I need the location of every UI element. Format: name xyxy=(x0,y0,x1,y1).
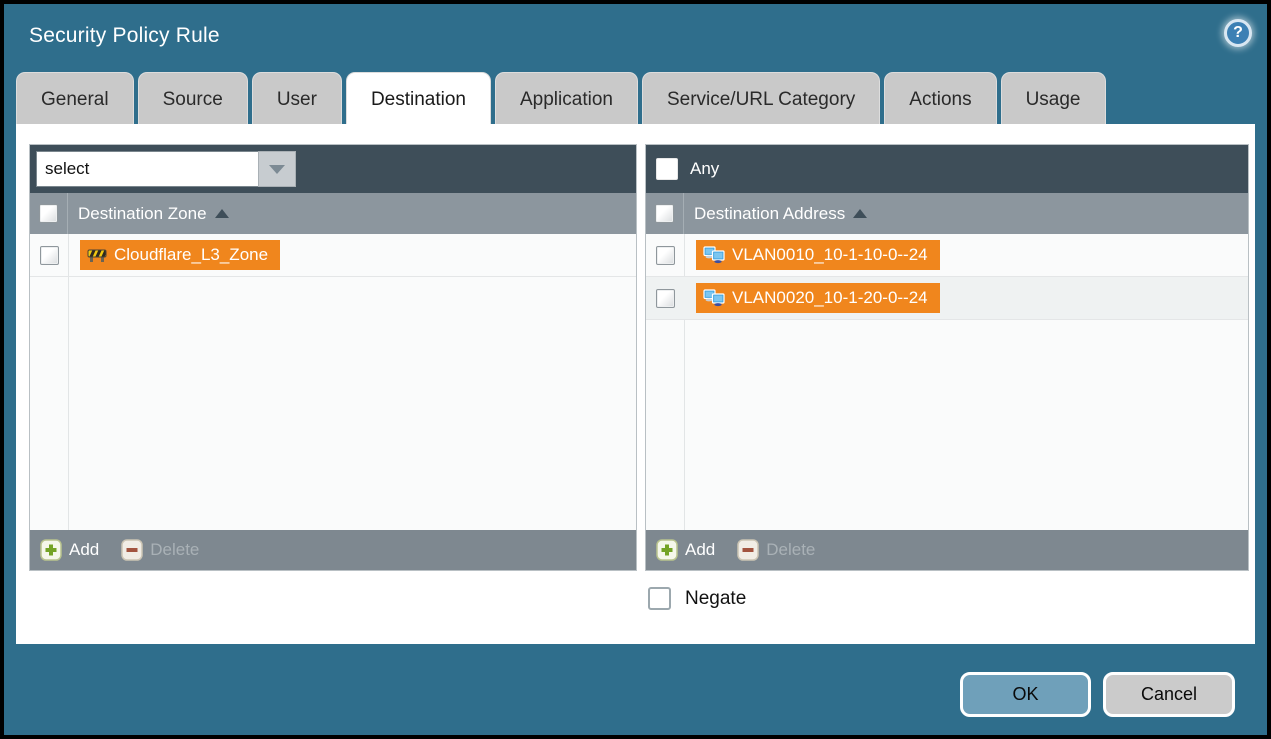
zone-add-button[interactable]: Add xyxy=(40,539,99,561)
delete-icon xyxy=(121,539,143,561)
checkbox-column-divider xyxy=(68,234,69,530)
ok-button[interactable]: OK xyxy=(960,672,1091,717)
address-panel-header: Any xyxy=(646,145,1248,193)
tab-usage[interactable]: Usage xyxy=(1001,72,1106,124)
zone-list: Cloudflare_L3_Zone xyxy=(30,234,636,530)
address-item[interactable]: VLAN0020_10-1-20-0--24 xyxy=(696,283,940,313)
dialog-title: Security Policy Rule xyxy=(29,24,220,48)
tab-application[interactable]: Application xyxy=(495,72,638,124)
sort-ascending-icon xyxy=(215,209,229,218)
zone-column-header: Destination Zone xyxy=(30,193,636,234)
zone-panel-header xyxy=(30,145,636,193)
address-panel-footer: Add Delete xyxy=(646,530,1248,570)
delete-icon xyxy=(737,539,759,561)
zone-select-combo xyxy=(36,151,296,187)
destination-tab-content: Destination Zone Cloudflare_L3_Zone xyxy=(16,124,1255,644)
add-icon xyxy=(40,539,62,561)
address-row: VLAN0010_10-1-10-0--24 xyxy=(646,234,1248,277)
address-item-label: VLAN0020_10-1-20-0--24 xyxy=(732,288,928,308)
destination-address-panel: Any Destination Address xyxy=(645,144,1249,571)
address-add-button[interactable]: Add xyxy=(656,539,715,561)
zone-select-all-checkbox[interactable] xyxy=(39,204,58,223)
negate-wrap: Negate xyxy=(648,587,746,610)
tab-bar: General Source User Destination Applicat… xyxy=(16,72,1255,124)
zone-select-dropdown-button[interactable] xyxy=(258,151,296,187)
help-glyph: ? xyxy=(1233,24,1243,42)
tab-service-url-category[interactable]: Service/URL Category xyxy=(642,72,880,124)
zone-panel-footer: Add Delete xyxy=(30,530,636,570)
zone-column-label: Destination Zone xyxy=(78,204,207,224)
negate-label: Negate xyxy=(685,588,746,610)
zone-item[interactable]: Cloudflare_L3_Zone xyxy=(80,240,280,270)
zone-column-label-wrap[interactable]: Destination Zone xyxy=(78,204,229,224)
address-list: VLAN0010_10-1-10-0--24 VLAN0020_10-1-20-… xyxy=(646,234,1248,530)
negate-checkbox[interactable] xyxy=(648,587,671,610)
zone-select-input[interactable] xyxy=(36,151,258,187)
address-row-checkbox[interactable] xyxy=(656,289,675,308)
address-delete-button[interactable]: Delete xyxy=(737,539,815,561)
address-icon xyxy=(703,246,725,264)
any-checkbox-wrap: Any xyxy=(652,158,719,180)
tab-source[interactable]: Source xyxy=(138,72,248,124)
zone-row-checkbox[interactable] xyxy=(40,246,59,265)
any-label: Any xyxy=(690,159,719,179)
address-column-label: Destination Address xyxy=(694,204,845,224)
address-icon xyxy=(703,289,725,307)
address-row: VLAN0020_10-1-20-0--24 xyxy=(646,277,1248,320)
security-policy-rule-dialog: Security Policy Rule ? General Source Us… xyxy=(0,0,1271,739)
tab-actions[interactable]: Actions xyxy=(884,72,996,124)
tab-destination[interactable]: Destination xyxy=(346,72,491,124)
zone-icon xyxy=(87,248,107,263)
address-item[interactable]: VLAN0010_10-1-10-0--24 xyxy=(696,240,940,270)
help-icon[interactable]: ? xyxy=(1224,19,1252,47)
sort-ascending-icon xyxy=(853,209,867,218)
zone-delete-button[interactable]: Delete xyxy=(121,539,199,561)
title-bar: Security Policy Rule ? xyxy=(4,4,1267,68)
destination-zone-panel: Destination Zone Cloudflare_L3_Zone xyxy=(29,144,637,571)
address-column-header: Destination Address xyxy=(646,193,1248,234)
add-icon xyxy=(656,539,678,561)
tab-general[interactable]: General xyxy=(16,72,134,124)
chevron-down-icon xyxy=(269,165,285,174)
address-item-label: VLAN0010_10-1-10-0--24 xyxy=(732,245,928,265)
zone-row: Cloudflare_L3_Zone xyxy=(30,234,636,277)
address-column-label-wrap[interactable]: Destination Address xyxy=(694,204,867,224)
zone-item-label: Cloudflare_L3_Zone xyxy=(114,245,268,265)
address-row-checkbox[interactable] xyxy=(656,246,675,265)
address-select-all-checkbox[interactable] xyxy=(655,204,674,223)
tab-user[interactable]: User xyxy=(252,72,342,124)
cancel-button[interactable]: Cancel xyxy=(1103,672,1235,717)
any-checkbox[interactable] xyxy=(656,158,678,180)
